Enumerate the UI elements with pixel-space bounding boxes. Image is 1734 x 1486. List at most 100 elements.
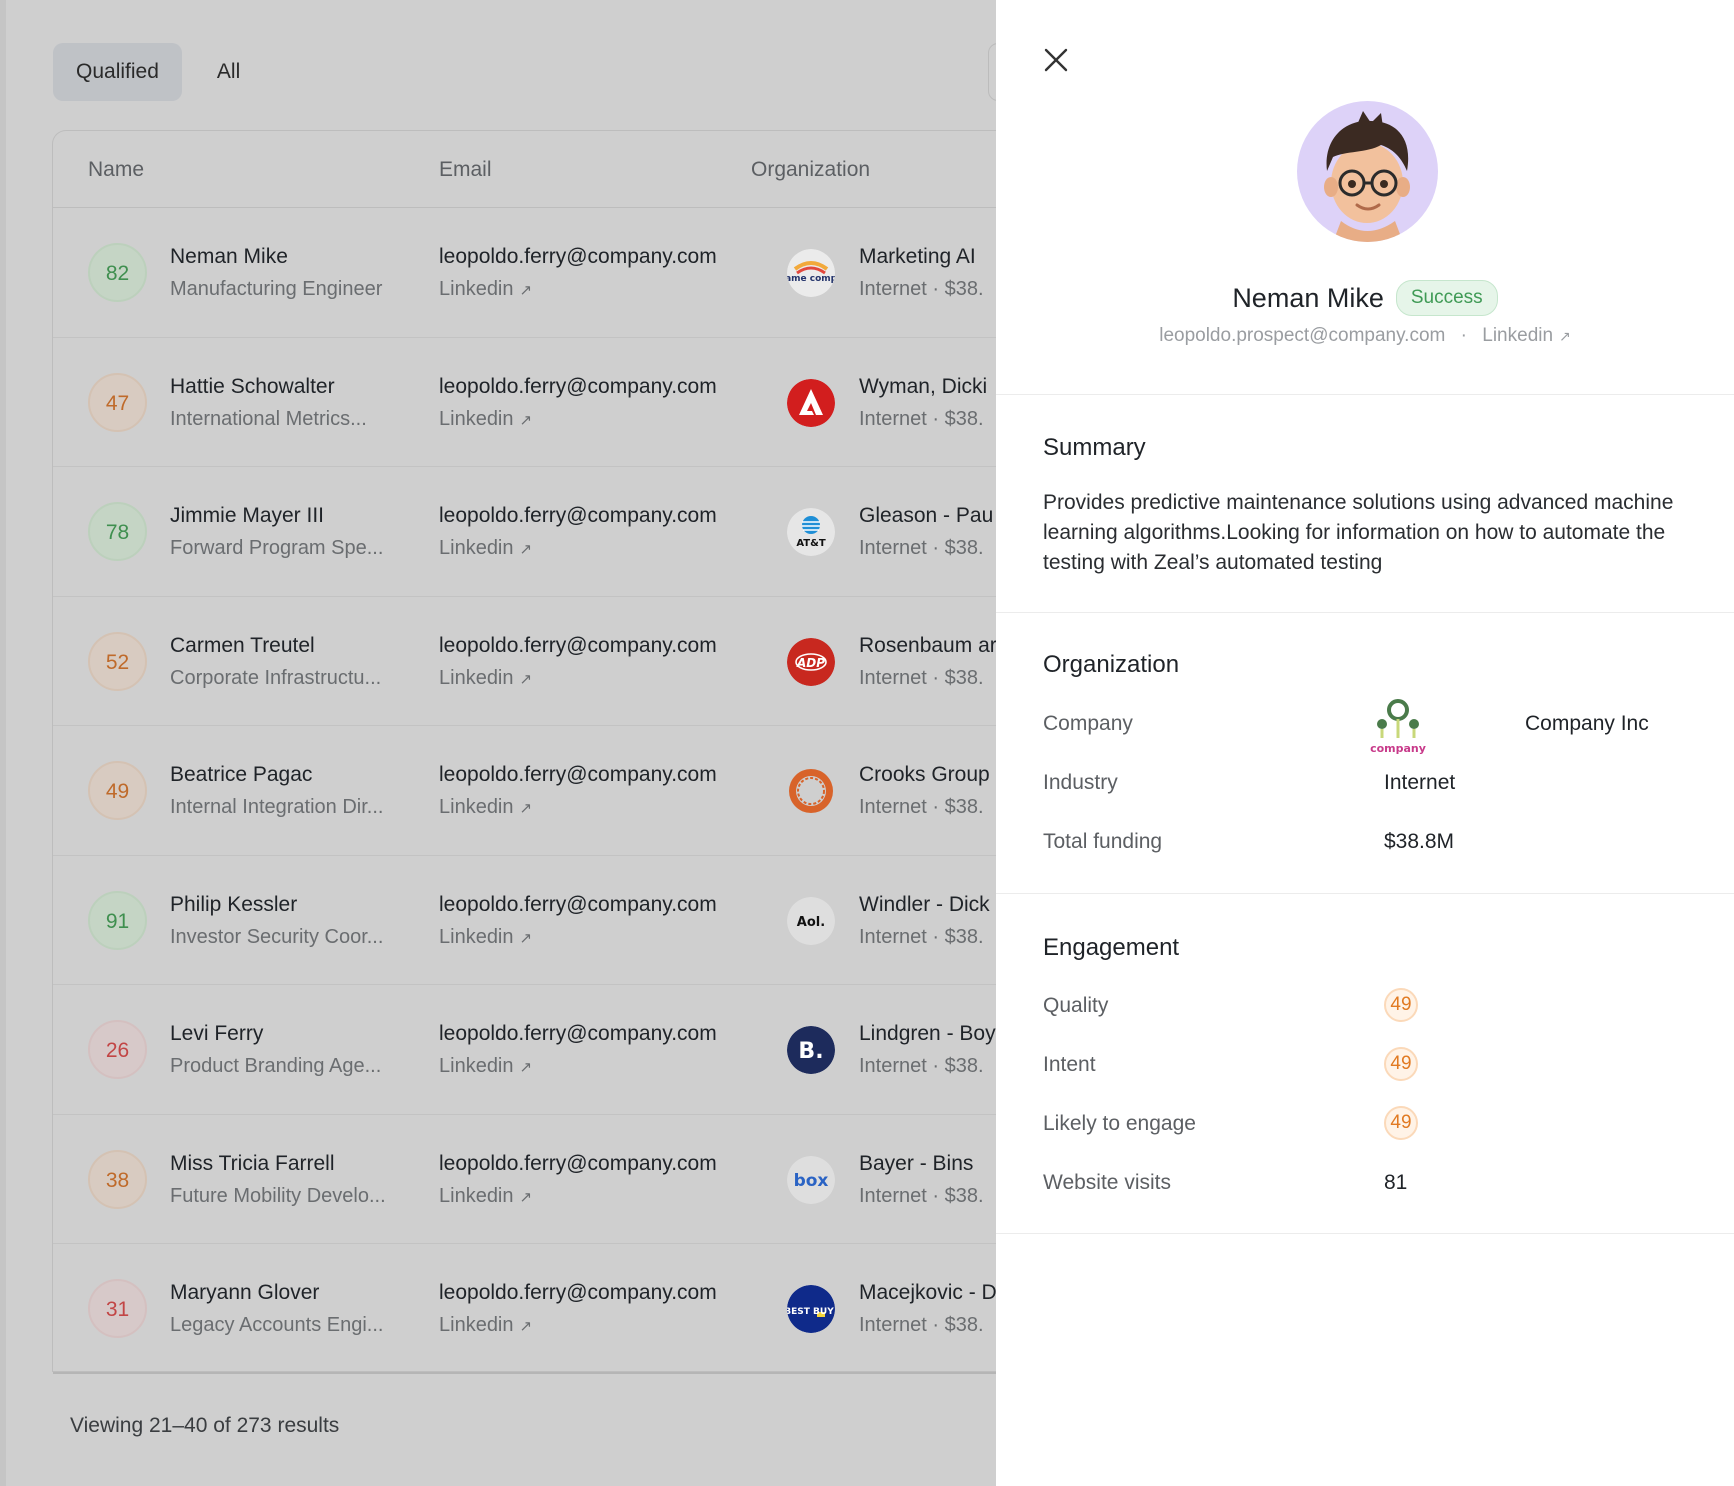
linkedin-link[interactable]: Linkedin ↗ [439,537,532,560]
linkedin-link[interactable]: Linkedin ↗ [439,926,532,949]
table-row[interactable]: 52 Carmen Treutel Corporate Infrastructu..… [53,597,996,726]
bestbuy-logo: BEST BUY [787,1285,835,1333]
lead-email[interactable]: leopoldo.ferry@company.com [439,1281,717,1305]
tab-qualified[interactable]: Qualified [53,43,182,101]
likely-to-engage-label: Likely to engage [1043,1112,1196,1135]
table-row[interactable]: 38 Miss Tricia Farrell Future Mobility Dev… [53,1115,996,1244]
lead-title: Future Mobility Develo... [170,1184,386,1207]
filter-tabs: Qualified All [53,43,263,101]
lead-email[interactable]: leopoldo.ferry@company.com [439,1152,717,1176]
tab-all[interactable]: All [194,43,263,101]
organization-name[interactable]: Bayer - Bins [859,1152,973,1176]
table-row[interactable]: 91 Philip Kessler Investor Security Coor..… [53,856,996,985]
avatar [1297,101,1438,242]
organization-meta: Internet · $38. [859,1314,984,1336]
linkedin-link-label: Linkedin [439,537,514,559]
linkedin-link-label: Linkedin [439,278,514,300]
pagination-summary: Viewing 21–40 of 273 results [70,1414,340,1437]
external-link-icon: ↗ [519,541,533,558]
lead-email[interactable]: leopoldo.ferry@company.com [439,763,717,787]
company-logo: company [1366,698,1430,756]
organization-name[interactable]: Rosenbaum ar [859,634,996,658]
lead-email[interactable]: leopoldo.ferry@company.com [439,893,717,917]
table-row[interactable]: 49 Beatrice Pagac Internal Integration Dir… [53,726,996,856]
table-header: Name Email Organization [53,131,996,208]
organization-name[interactable]: Lindgren - Boy [859,1022,996,1046]
svg-text:Aol.: Aol. [797,915,825,930]
table-row[interactable]: 26 Levi Ferry Product Branding Age... leopo… [53,985,996,1115]
lead-score-badge: 38 [88,1149,147,1209]
lead-name[interactable]: Beatrice Pagac [170,763,312,787]
linkedin-link[interactable]: Linkedin ↗ [439,408,532,431]
table-row[interactable]: 82 Neman Mike Manufacturing Engineer leopol… [53,208,996,338]
lead-name[interactable]: Miss Tricia Farrell [170,1152,335,1176]
table-row[interactable]: 31 Maryann Glover Legacy Accounts Engi... l… [53,1244,996,1374]
lead-score-badge: 31 [88,1279,147,1338]
lead-email[interactable]: leopoldo.ferry@company.com [439,634,717,658]
lead-title: Corporate Infrastructu... [170,666,382,689]
organization-name[interactable]: Wyman, Dicki [859,375,987,399]
lead-name[interactable]: Philip Kessler [170,893,297,917]
quality-score-badge: 49 [1384,988,1418,1022]
column-header-email[interactable]: Email [439,131,492,208]
column-header-organization[interactable]: Organization [751,131,870,208]
organization-name[interactable]: Gleason - Pau [859,504,993,528]
linkedin-link-label: Linkedin [439,925,514,948]
lead-title: Internal Integration Dir... [170,796,384,818]
company-logo-icon: company [1370,699,1426,755]
industry-label: Industry [1043,771,1118,794]
organization-name[interactable]: Crooks Group [859,763,990,787]
table-row[interactable]: 47 Hattie Schowalter International Metrics… [53,338,996,467]
linkedin-link[interactable]: Linkedin ↗ [439,667,532,690]
lead-email[interactable]: leopoldo.ferry@company.com [439,375,717,399]
linkedin-link[interactable]: Linkedin ↗ [439,1185,532,1208]
lead-email[interactable]: leopoldo.ferry@company.com [439,245,717,269]
linkedin-link[interactable]: Linkedin ↗ [439,278,532,301]
lead-score-badge: 26 [88,1020,147,1079]
lead-email[interactable]: leopoldo.ferry@company.com [439,1022,717,1046]
linkedin-link[interactable]: Linkedin ↗ [439,1055,532,1078]
separator-dot: · [1460,325,1467,346]
linkedin-link[interactable]: Linkedin ↗ [1482,325,1571,346]
lead-contact-line: leopoldo.prospect@company.com · Linkedin… [996,325,1734,347]
att-logo: AT&T [787,508,835,556]
svg-text:BEST BUY: BEST BUY [787,1307,834,1317]
lead-name[interactable]: Hattie Schowalter [170,375,335,399]
adp-logo: ADP [787,637,835,686]
organization-meta: Internet · $38. [859,796,984,818]
lead-email[interactable]: leopoldo.prospect@company.com [1159,325,1445,346]
linkedin-link[interactable]: Linkedin ↗ [439,796,532,819]
lead-name[interactable]: Neman Mike [170,245,288,269]
memoji-avatar-icon [1324,111,1410,242]
table-body: 82 Neman Mike Manufacturing Engineer leopol… [53,208,996,1374]
organization-name[interactable]: Macejkovic - D [859,1281,996,1305]
lead-header: Neman Mike Success [996,280,1734,316]
organization-name[interactable]: Marketing AI [859,245,976,269]
column-header-name[interactable]: Name [88,131,144,208]
lead-name[interactable]: Jimmie Mayer III [170,504,324,528]
nameco-logo: name compo [787,249,835,297]
organization-title: Organization [1043,651,1180,678]
lead-name[interactable]: Maryann Glover [170,1281,319,1305]
linkedin-link[interactable]: Linkedin ↗ [439,1314,532,1337]
gear-logo [787,767,835,815]
lead-score-badge: 47 [88,372,147,432]
lead-name[interactable]: Carmen Treutel [170,634,315,658]
engagement-title: Engagement [1043,934,1180,961]
lead-title: Product Branding Age... [170,1055,382,1077]
table-row[interactable]: 78 Jimmie Mayer III Forward Program Spe...… [53,467,996,597]
close-button[interactable] [1040,44,1072,76]
website-visits-label: Website visits [1043,1171,1171,1194]
lead-score-badge: 91 [88,890,147,950]
svg-text:company: company [1370,742,1426,755]
external-link-icon: ↗ [519,411,533,429]
organization-meta: Internet · $38. [859,537,984,559]
leads-table: Name Email Organization 82 Neman Mike Manu… [52,130,996,1374]
svg-text:ADP: ADP [796,656,825,670]
lead-title: Investor Security Coor... [170,925,384,948]
organization-meta: Internet · $38. [859,1055,984,1077]
lead-name[interactable]: Levi Ferry [170,1022,263,1046]
toolbar-button-partial[interactable] [988,43,996,101]
lead-email[interactable]: leopoldo.ferry@company.com [439,504,717,528]
organization-name[interactable]: Windler - Dick [859,893,990,917]
